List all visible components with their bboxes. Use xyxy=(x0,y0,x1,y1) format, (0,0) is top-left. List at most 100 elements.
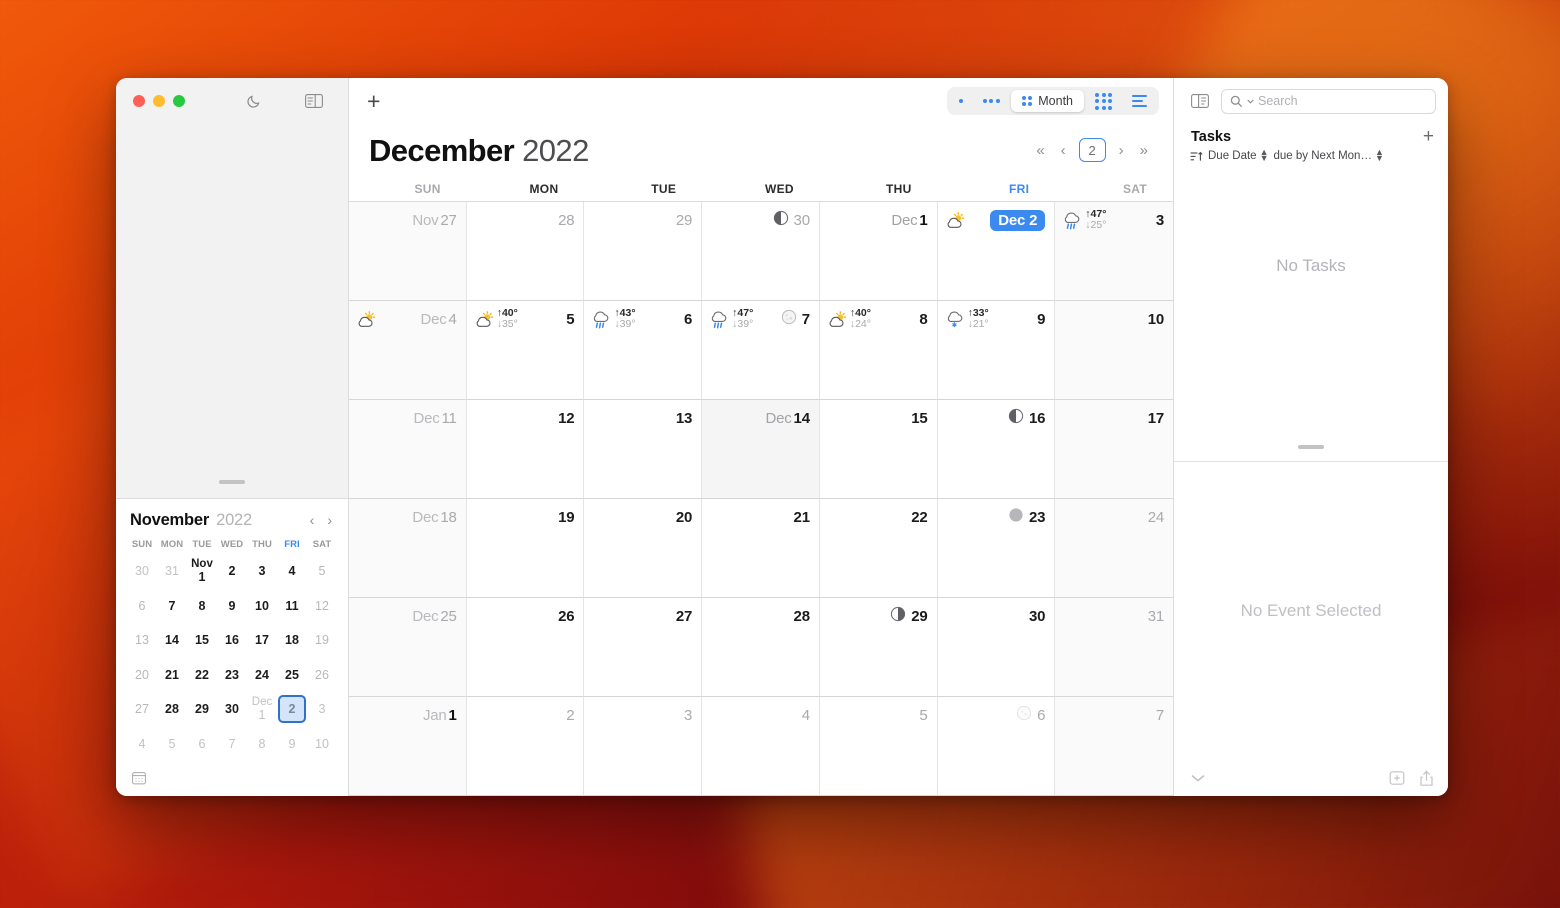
view-option-month[interactable]: Month xyxy=(1010,90,1084,112)
view-option-grid[interactable] xyxy=(1086,90,1121,112)
day-cell[interactable]: Dec 25 xyxy=(349,598,467,697)
day-cell[interactable]: 2 xyxy=(466,697,585,796)
add-task-button[interactable]: + xyxy=(1423,127,1434,146)
sort-ascending-icon[interactable] xyxy=(1190,151,1203,162)
mini-day-cell[interactable]: 9 xyxy=(277,727,307,762)
inspector-toggle-icon[interactable] xyxy=(1191,94,1209,108)
mini-day-cell[interactable]: 29 xyxy=(187,692,217,727)
day-cell[interactable]: 13 xyxy=(584,400,703,499)
mini-day-cell[interactable]: 2 xyxy=(217,554,247,589)
mini-day-cell[interactable]: 18 xyxy=(277,623,307,658)
day-cell[interactable]: ↑47° ↓39° 7 xyxy=(702,301,820,400)
day-cell[interactable]: 31 xyxy=(1055,598,1173,697)
day-cell[interactable]: 4 xyxy=(702,697,820,796)
mini-day-cell[interactable]: 4 xyxy=(127,727,157,762)
day-cell[interactable]: 22 xyxy=(819,499,938,598)
day-cell[interactable]: Dec 4 xyxy=(349,301,467,400)
day-cell[interactable]: 15 xyxy=(819,400,938,499)
day-cell[interactable]: 10 xyxy=(1055,301,1173,400)
mini-day-cell[interactable]: 11 xyxy=(277,589,307,624)
day-cell[interactable]: 29 xyxy=(584,202,703,301)
mini-day-cell[interactable]: 10 xyxy=(247,589,277,624)
day-cell[interactable]: 26 xyxy=(466,598,585,697)
day-cell[interactable]: 28 xyxy=(466,202,585,301)
mini-day-cell[interactable]: 12 xyxy=(307,589,337,624)
today-button[interactable]: 2 xyxy=(1078,138,1106,162)
mini-day-cell[interactable]: 5 xyxy=(157,727,187,762)
day-cell[interactable]: 30 xyxy=(702,202,820,301)
day-cell[interactable]: 27 xyxy=(584,598,703,697)
mini-next-month-button[interactable]: › xyxy=(327,513,332,527)
day-cell[interactable]: 12 xyxy=(466,400,585,499)
mini-day-cell[interactable]: 3 xyxy=(307,692,337,727)
mini-day-cell[interactable]: 7 xyxy=(157,589,187,624)
minimize-button[interactable] xyxy=(153,95,165,107)
day-cell[interactable]: Dec 14 xyxy=(702,400,820,499)
sort-by-control[interactable]: Due Date ▲ ▼ xyxy=(1208,148,1269,162)
prev-month-button[interactable]: ‹ xyxy=(1058,141,1069,160)
mini-day-cell[interactable]: 9 xyxy=(217,589,247,624)
search-input[interactable]: Search xyxy=(1221,88,1436,114)
zoom-button[interactable] xyxy=(173,95,185,107)
moon-icon[interactable] xyxy=(241,89,267,113)
jump-last-button[interactable]: » xyxy=(1137,141,1151,160)
close-button[interactable] xyxy=(133,95,145,107)
day-cell[interactable]: 24 xyxy=(1055,499,1173,598)
view-option-day[interactable] xyxy=(950,90,972,112)
day-cell[interactable]: Dec 18 xyxy=(349,499,467,598)
day-cell[interactable]: 21 xyxy=(702,499,820,598)
mini-day-cell[interactable]: 30 xyxy=(217,692,247,727)
next-month-button[interactable]: › xyxy=(1116,141,1127,160)
mini-day-cell[interactable]: 13 xyxy=(127,623,157,658)
add-to-calendar-icon[interactable] xyxy=(1389,770,1405,786)
add-event-button[interactable]: + xyxy=(367,89,380,113)
day-cell[interactable]: 29 xyxy=(819,598,938,697)
mini-day-cell[interactable]: 27 xyxy=(127,692,157,727)
mini-day-cell[interactable]: 17 xyxy=(247,623,277,658)
mini-day-cell[interactable]: 2 xyxy=(277,692,307,727)
mini-day-cell[interactable]: 21 xyxy=(157,658,187,693)
mini-day-cell[interactable]: 4 xyxy=(277,554,307,589)
view-option-list[interactable] xyxy=(1123,90,1156,112)
day-cell[interactable]: Dec 1 xyxy=(819,202,938,301)
mini-day-cell[interactable]: 5 xyxy=(307,554,337,589)
day-cell[interactable]: 6 xyxy=(937,697,1056,796)
calendar-icon[interactable] xyxy=(132,771,146,785)
view-option-three[interactable] xyxy=(974,90,1009,112)
search-chevron-down-icon[interactable] xyxy=(1247,99,1254,104)
mini-day-cell[interactable]: 22 xyxy=(187,658,217,693)
mini-day-cell[interactable]: 26 xyxy=(307,658,337,693)
mini-day-cell[interactable]: 10 xyxy=(307,727,337,762)
day-cell[interactable]: 19 xyxy=(466,499,585,598)
jump-first-button[interactable]: « xyxy=(1033,141,1047,160)
mini-day-cell[interactable]: Dec 1 xyxy=(247,692,277,727)
mini-day-cell[interactable]: 6 xyxy=(127,589,157,624)
mini-day-cell[interactable]: 7 xyxy=(217,727,247,762)
day-cell[interactable]: ↑43° ↓39° 6 xyxy=(584,301,703,400)
mini-day-cell[interactable]: 14 xyxy=(157,623,187,658)
day-cell[interactable]: 28 xyxy=(702,598,820,697)
mini-day-cell[interactable]: 24 xyxy=(247,658,277,693)
day-cell[interactable]: 16 xyxy=(937,400,1056,499)
sidebar-resize-handle[interactable] xyxy=(219,480,245,484)
day-cell[interactable]: 7 xyxy=(1055,697,1173,796)
mini-day-cell[interactable]: 31 xyxy=(157,554,187,589)
day-cell[interactable]: ↑33° ↓21° 9 xyxy=(937,301,1056,400)
day-cell[interactable]: 23 xyxy=(937,499,1056,598)
tasks-resize-handle[interactable] xyxy=(1298,445,1324,449)
collapse-chevron-down-icon[interactable] xyxy=(1190,773,1206,783)
day-cell[interactable]: ↑40° ↓24° 8 xyxy=(819,301,938,400)
day-cell[interactable]: Dec 11 xyxy=(349,400,467,499)
day-cell[interactable]: 30 xyxy=(937,598,1056,697)
day-cell[interactable]: Dec 2 xyxy=(937,202,1056,301)
day-cell[interactable]: 20 xyxy=(584,499,703,598)
mini-day-cell[interactable]: 8 xyxy=(187,589,217,624)
day-cell[interactable]: Nov 27 xyxy=(349,202,467,301)
sidebar-toggle-icon[interactable] xyxy=(301,89,327,113)
day-cell[interactable]: 3 xyxy=(584,697,703,796)
mini-day-cell[interactable]: 30 xyxy=(127,554,157,589)
day-cell[interactable]: 5 xyxy=(819,697,938,796)
mini-day-cell[interactable]: 25 xyxy=(277,658,307,693)
mini-day-cell[interactable]: Nov 1 xyxy=(187,554,217,589)
day-cell[interactable]: ↑40° ↓35° 5 xyxy=(466,301,585,400)
